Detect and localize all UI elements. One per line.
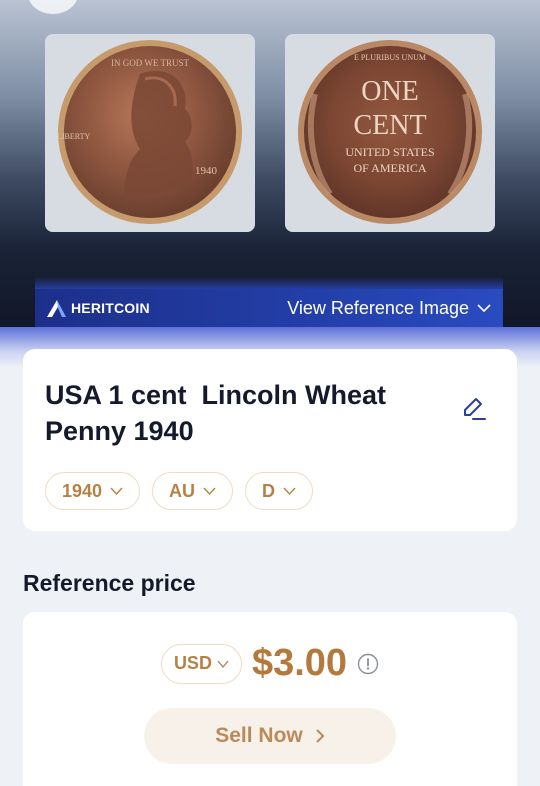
chevron-down-icon	[477, 304, 491, 313]
brand-name: HERITCOIN	[71, 300, 150, 316]
currency-selector[interactable]: USD	[160, 643, 242, 684]
chevron-down-icon	[217, 660, 229, 668]
chevron-down-icon	[110, 487, 123, 495]
obverse-coin-picture: IN GOD WE TRUST LIBERTY 1940	[45, 34, 255, 232]
reverse-one: ONE	[361, 76, 419, 107]
sell-now-label: Sell Now	[215, 724, 303, 747]
reverse-motto: E PLURIBUS UNUM	[354, 53, 426, 62]
chevron-down-icon	[203, 487, 216, 495]
chevron-down-icon	[283, 487, 296, 495]
reverse-coin-picture: E PLURIBUS UNUM ONE CENT UNITED STATES O…	[285, 34, 495, 232]
coin-image-header: IN GOD WE TRUST LIBERTY 1940 E PLURIBUS …	[0, 0, 540, 345]
year-chip[interactable]: 1940	[45, 472, 141, 510]
info-icon[interactable]	[357, 653, 379, 675]
back-button[interactable]	[28, 0, 78, 14]
coin-obverse-image[interactable]: IN GOD WE TRUST LIBERTY 1940	[45, 34, 255, 232]
reverse-country-2: OF AMERICA	[353, 161, 426, 175]
view-reference-label: View Reference Image	[287, 297, 469, 318]
obverse-legend: IN GOD WE TRUST	[111, 58, 189, 68]
coin-title: USA 1 cent Lincoln Wheat Penny 1940	[45, 380, 394, 446]
mint-mark-chip[interactable]: D	[245, 472, 314, 510]
reference-price-value: $3.00	[251, 642, 348, 684]
mint-mark-chip-label: D	[262, 480, 276, 501]
chevron-right-icon	[316, 729, 325, 743]
sell-now-button[interactable]: Sell Now	[144, 708, 396, 764]
heritcoin-brand: HERITCOIN	[45, 297, 150, 319]
currency-label: USD	[173, 653, 212, 673]
view-reference-image-button[interactable]: View Reference Image	[287, 298, 491, 319]
reference-price-heading: Reference price	[23, 570, 196, 596]
obverse-year: 1940	[195, 165, 218, 177]
reference-price-card: USD $3.00 Sell Now	[23, 612, 517, 786]
edit-icon[interactable]	[459, 393, 489, 423]
grade-chip-label: AU	[169, 480, 196, 501]
grade-chip[interactable]: AU	[152, 472, 234, 510]
year-chip-label: 1940	[62, 480, 103, 501]
reverse-cent: CENT	[353, 110, 426, 141]
brand-bar: HERITCOIN View Reference Image	[35, 277, 503, 327]
obverse-liberty: LIBERTY	[57, 132, 91, 141]
reverse-country-1: UNITED STATES	[345, 145, 434, 159]
coin-attribute-chips: 1940 AU D	[45, 472, 314, 510]
coin-reverse-image[interactable]: E PLURIBUS UNUM ONE CENT UNITED STATES O…	[285, 34, 495, 232]
coin-title-card: USA 1 cent Lincoln Wheat Penny 1940 1940…	[23, 349, 517, 531]
heritcoin-logo-icon	[47, 300, 66, 317]
price-row: USD $3.00	[23, 642, 517, 685]
